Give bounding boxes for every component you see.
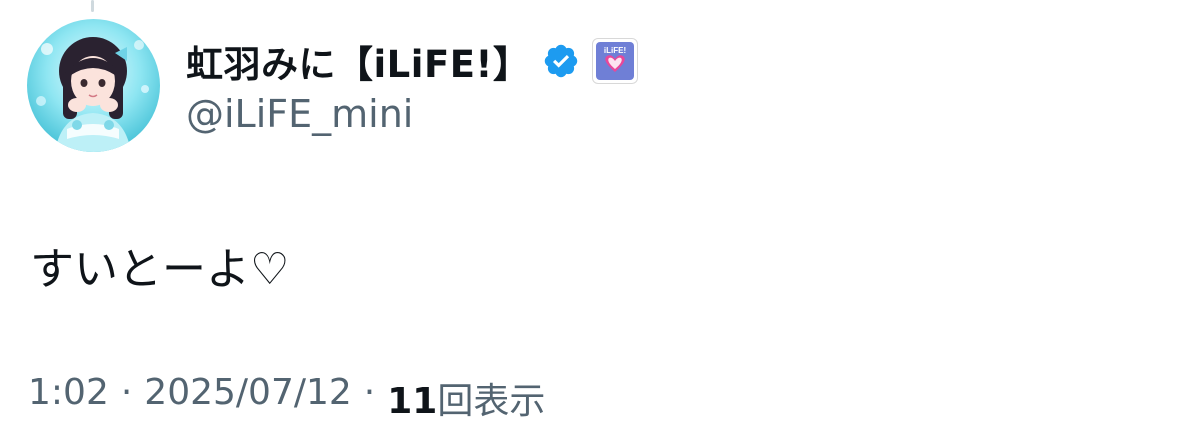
tweet-time[interactable]: 1:02 bbox=[28, 372, 109, 424]
tweet-text: すいとーよ♡ bbox=[30, 244, 290, 295]
affiliate-badge-text: iLiFE! bbox=[604, 46, 626, 55]
thread-connector-line bbox=[91, 0, 94, 12]
views-label: 回表示 bbox=[437, 381, 546, 422]
ilife-affiliate-logo-icon[interactable]: iLiFE! bbox=[592, 38, 639, 84]
meta-separator: · bbox=[363, 372, 376, 413]
author-display-name[interactable]: 虹羽みに【iLiFE!】 bbox=[186, 34, 530, 88]
avatar-image bbox=[36, 37, 149, 152]
verified-badge-icon bbox=[542, 42, 580, 80]
avatar[interactable] bbox=[27, 19, 160, 152]
views-count: 11 bbox=[387, 381, 438, 422]
author-handle[interactable]: @iLiFE_mini bbox=[186, 92, 413, 136]
meta-separator: · bbox=[120, 372, 133, 413]
author-row: 虹羽みに【iLiFE!】 iLiFE! bbox=[186, 34, 639, 88]
tweet-date[interactable]: 2025/07/12 bbox=[144, 372, 352, 424]
tweet-meta: 1:02 · 2025/07/12 · 11回表示 bbox=[28, 372, 545, 424]
